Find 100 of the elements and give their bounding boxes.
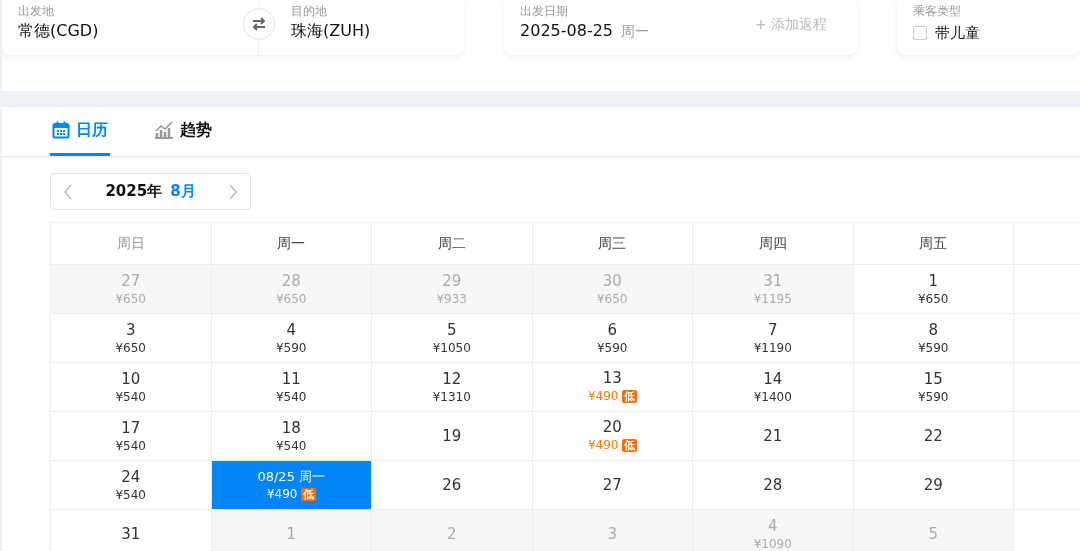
day-number: 10	[121, 369, 141, 389]
day-number: 15	[923, 369, 943, 389]
field-label: 乘客类型	[913, 3, 963, 19]
day-number: 3	[607, 524, 617, 544]
day-number: 30	[602, 271, 622, 291]
swap-button[interactable]	[243, 8, 275, 40]
fare-price: ¥1195	[753, 290, 792, 307]
calendar-day[interactable]: 12 ¥1310	[372, 363, 533, 412]
calendar-day[interactable]: 24 ¥540	[51, 461, 212, 510]
fare-price: ¥540	[115, 486, 146, 503]
weekday-header: 周五	[853, 223, 1014, 265]
calendar-icon	[52, 121, 70, 139]
day-number: 27	[602, 475, 622, 495]
day-number: 5	[446, 320, 457, 340]
day-number: 8	[928, 320, 938, 340]
calendar-day[interactable]: 8 ¥590	[853, 314, 1014, 363]
calendar-day[interactable]: 20 ¥490 低	[532, 412, 693, 461]
calendar-day[interactable]: 21	[693, 412, 854, 461]
calendar-day[interactable]: 3 ¥650	[51, 314, 212, 363]
fare-price: ¥590	[917, 339, 949, 356]
fare-price: ¥650	[275, 290, 307, 307]
calendar-day[interactable]: 5 ¥1050	[372, 314, 533, 363]
day-number: 6	[607, 320, 617, 340]
chevron-right-icon[interactable]	[228, 183, 238, 200]
month-text: 8月	[170, 181, 196, 203]
calendar-day[interactable]: 11 ¥540	[211, 363, 372, 412]
low-price-badge: 低	[621, 439, 637, 452]
calendar-day[interactable]: 7 ¥1190	[693, 314, 854, 363]
calendar-day[interactable]: 17 ¥540	[51, 412, 212, 461]
field-label: 目的地	[291, 3, 328, 19]
field-label: 出发日期	[520, 3, 570, 19]
calendar-day[interactable]: 14 ¥1400	[693, 363, 854, 412]
day-number: 3	[125, 320, 136, 340]
calendar-day[interactable]: 31	[51, 510, 212, 551]
fare-price: ¥490 低	[266, 486, 316, 503]
date-value[interactable]: 2025-08-25	[520, 19, 614, 43]
day-number: 26	[442, 475, 462, 495]
day-number: 5	[928, 524, 938, 544]
day-number: 11	[281, 369, 301, 389]
fare-price: ¥540	[115, 388, 146, 405]
day-number: 4	[767, 516, 778, 536]
day-number: 08/25 周一	[257, 468, 326, 486]
day-number: 28	[281, 271, 301, 291]
day-number: 27	[121, 271, 141, 291]
fare-price: ¥540	[275, 388, 307, 405]
day-number: 22	[923, 426, 943, 446]
fare-price: ¥1050	[432, 339, 471, 356]
calendar-day[interactable]: 22	[853, 412, 1014, 461]
fare-price: ¥590	[275, 339, 307, 356]
city-field[interactable]: 常德(CGD)	[18, 19, 99, 43]
chart-icon	[154, 121, 174, 139]
fare-price: ¥933	[436, 290, 467, 307]
checkbox-label: 带儿童	[935, 23, 981, 44]
view-tab[interactable]: 趋势	[152, 107, 214, 156]
day-number: 4	[286, 320, 296, 340]
view-tab[interactable]: 日历	[50, 107, 110, 156]
day-number: 18	[281, 418, 301, 438]
day-number: 28	[763, 475, 783, 495]
checkbox[interactable]	[913, 26, 928, 41]
fare-price: ¥650	[115, 290, 146, 307]
day-number: 31	[121, 524, 141, 544]
day-number: 1	[286, 524, 296, 544]
calendar-day[interactable]: 15 ¥590	[853, 363, 1014, 412]
calendar-day[interactable]: 10 ¥540	[51, 363, 212, 412]
fare-price: ¥540	[275, 437, 307, 454]
fare-price: ¥1190	[753, 339, 792, 356]
day-number: 29	[442, 271, 462, 291]
day-number: 20	[602, 418, 622, 437]
calendar-day[interactable]: 4 ¥590	[211, 314, 372, 363]
fare-price: ¥1400	[753, 388, 792, 405]
calendar-day[interactable]: 1 ¥650	[853, 265, 1014, 314]
day-number: 24	[121, 467, 141, 487]
day-number: 31	[763, 271, 783, 291]
day-number: 21	[763, 426, 783, 446]
fare-price: ¥650	[917, 290, 949, 307]
fare-price: ¥490 低	[587, 437, 637, 454]
swap-arrows-icon	[251, 17, 267, 31]
day-number: 1	[928, 271, 938, 291]
day-number: 13	[602, 369, 622, 388]
low-price-badge: 低	[621, 390, 637, 403]
calendar-day[interactable]: 19	[372, 412, 533, 461]
fare-price: ¥540	[115, 437, 146, 454]
calendar-day[interactable]: 13 ¥490 低	[532, 363, 693, 412]
day-number: 7	[767, 320, 778, 340]
chevron-left-icon[interactable]	[63, 183, 73, 200]
calendar-day[interactable]: 6 ¥590	[532, 314, 693, 363]
fare-price: ¥590	[917, 388, 949, 405]
fare-price: ¥1310	[432, 388, 471, 405]
day-number: 19	[442, 426, 462, 446]
day-number: 12	[442, 369, 462, 389]
weekday-text: 周一	[621, 21, 650, 41]
fare-price: ¥650	[596, 290, 628, 307]
day-number: 17	[121, 418, 141, 438]
day-number: 2	[446, 524, 457, 544]
calendar-day[interactable]: 08/25 周一 ¥490 低	[211, 461, 372, 510]
city-field[interactable]: 珠海(ZUH)	[291, 19, 371, 43]
field-label: 出发地	[18, 3, 55, 19]
fare-price: ¥650	[115, 339, 146, 356]
year-text: 2025年	[105, 181, 163, 203]
fare-price: ¥1090	[753, 535, 792, 551]
